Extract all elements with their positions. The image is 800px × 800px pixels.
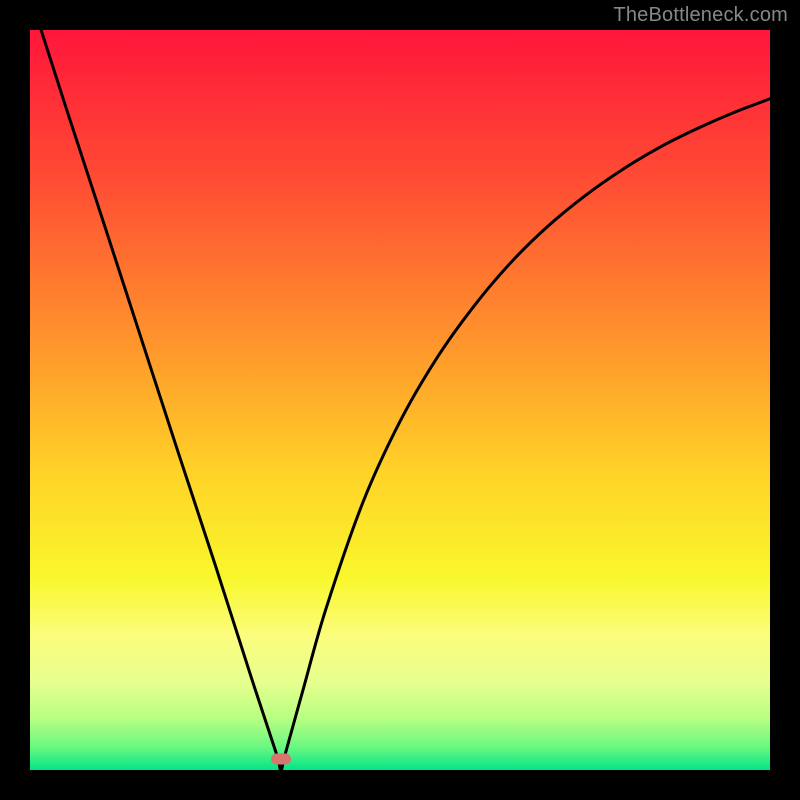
- watermark-text: TheBottleneck.com: [613, 4, 788, 27]
- plot-area: [30, 30, 770, 770]
- chart-frame: TheBottleneck.com: [0, 0, 800, 800]
- optimal-marker: [271, 753, 291, 764]
- curve-svg: [30, 30, 770, 770]
- bottleneck-curve: [41, 30, 770, 770]
